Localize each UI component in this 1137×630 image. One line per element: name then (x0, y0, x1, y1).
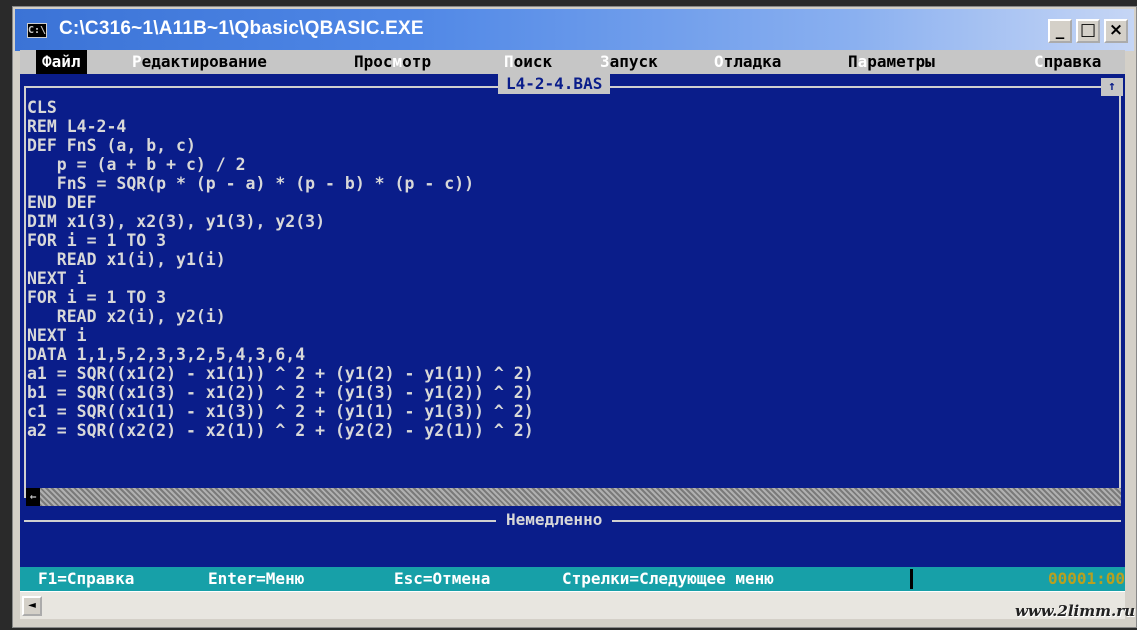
menu-run-hotkey: З (600, 52, 610, 71)
code-line[interactable]: DIM x1(3), x2(3), y1(3), y2(3) (27, 212, 1087, 231)
code-line[interactable]: NEXT i (27, 326, 1087, 345)
cursor-position: 00001:00 (1047, 569, 1125, 588)
editor-horizontal-scrollbar[interactable]: ← (26, 488, 1121, 506)
code-line[interactable]: CLS (27, 98, 1087, 117)
console-icon[interactable]: C:\ (27, 23, 47, 38)
code-line[interactable]: NEXT i (27, 269, 1087, 288)
menu-help-hotkey: С (1034, 52, 1044, 71)
menu-file[interactable]: Файл (36, 50, 87, 74)
code-line[interactable]: END DEF (27, 193, 1087, 212)
close-button[interactable]: × (1104, 19, 1128, 43)
code-line[interactable]: REM L4-2-4 (27, 117, 1087, 136)
code-editor[interactable]: CLS REM L4-2-4 DEF FnS (a, b, c) p = (a + … (27, 98, 1087, 440)
menu-view[interactable]: Просмотр (354, 50, 431, 74)
code-line[interactable]: FOR i = 1 TO 3 (27, 231, 1087, 250)
menu-edit-hotkey: Р (132, 52, 142, 71)
menu-view-hotkey: м (392, 52, 403, 71)
code-line[interactable]: FOR i = 1 TO 3 (27, 288, 1087, 307)
menu-help[interactable]: Справка (1034, 50, 1101, 74)
menu-edit-label: едактирование (141, 52, 267, 71)
status-arrows: Стрелки=Следующее меню (562, 569, 774, 588)
status-help[interactable]: F1=Справка (38, 567, 134, 591)
editor-filename: L4-2-4.BAS (498, 74, 611, 94)
menu-view-label-b: отр (402, 52, 432, 71)
maximize-editor-icon[interactable]: ↑ (1101, 78, 1123, 96)
status-cancel[interactable]: Esc=Отмена (394, 567, 490, 591)
title-bar[interactable]: C:\ C:\C316~1\A11B~1\Qbasic\QBASIC.EXE _… (15, 9, 1134, 51)
qbasic-console: Файл Редактирование Просмотр Поиск Запус… (20, 50, 1125, 591)
menu-debug[interactable]: Отладка (714, 50, 781, 74)
maximize-button[interactable]: □ (1076, 19, 1100, 43)
watermark: www.2limm.ru (1014, 602, 1135, 620)
window-horizontal-scrollbar[interactable]: ◄ (20, 591, 1125, 619)
menu-run-label: апуск (609, 52, 658, 71)
menu-options-label-a: П (848, 52, 858, 71)
code-line[interactable]: a2 = SQR((x2(2) - x2(1)) ^ 2 + (y2(2) - … (27, 421, 1087, 440)
code-line[interactable]: READ x1(i), y1(i) (27, 250, 1087, 269)
immediate-window-title: Немедленно (496, 510, 613, 530)
window-scroll-left-icon[interactable]: ◄ (22, 596, 42, 616)
menu-debug-label: тладка (723, 52, 782, 71)
menu-help-label: правка (1043, 52, 1102, 71)
scroll-left-arrow-icon[interactable]: ← (26, 488, 40, 506)
menu-search-label: оиск (513, 52, 553, 71)
menu-edit[interactable]: Редактирование (132, 50, 267, 74)
code-line[interactable]: DATA 1,1,5,2,3,3,2,5,4,3,6,4 (27, 345, 1087, 364)
code-line[interactable]: FnS = SQR(p * (p - a) * (p - b) * (p - c… (27, 174, 1087, 193)
menu-options-label-b: раметры (867, 52, 935, 71)
menu-search-hotkey: П (504, 52, 514, 71)
status-separator (910, 569, 913, 589)
minimize-button[interactable]: _ (1048, 19, 1072, 43)
window-title: C:\C316~1\A11B~1\Qbasic\QBASIC.EXE (59, 18, 424, 39)
status-menu[interactable]: Enter=Меню (208, 567, 304, 591)
menu-options[interactable]: Параметры (848, 50, 935, 74)
menu-options-hotkey: а (857, 52, 868, 71)
menu-debug-hotkey: О (714, 52, 724, 71)
code-line[interactable]: a1 = SQR((x1(2) - x1(1)) ^ 2 + (y1(2) - … (27, 364, 1087, 383)
code-line[interactable]: b1 = SQR((x1(3) - x1(2)) ^ 2 + (y1(3) - … (27, 383, 1087, 402)
menu-view-label-a: Прос (354, 52, 393, 71)
menu-search[interactable]: Поиск (504, 50, 552, 74)
code-line[interactable]: DEF FnS (a, b, c) (27, 136, 1087, 155)
status-bar: F1=Справка Enter=Меню Esc=Отмена Стрелки… (20, 567, 1125, 591)
code-line[interactable]: p = (a + b + c) / 2 (27, 155, 1087, 174)
code-line[interactable]: c1 = SQR((x1(1) - x1(3)) ^ 2 + (y1(1) - … (27, 402, 1087, 421)
menu-bar: Файл Редактирование Просмотр Поиск Запус… (20, 50, 1125, 74)
code-line[interactable]: READ x2(i), y2(i) (27, 307, 1087, 326)
menu-run[interactable]: Запуск (600, 50, 658, 74)
